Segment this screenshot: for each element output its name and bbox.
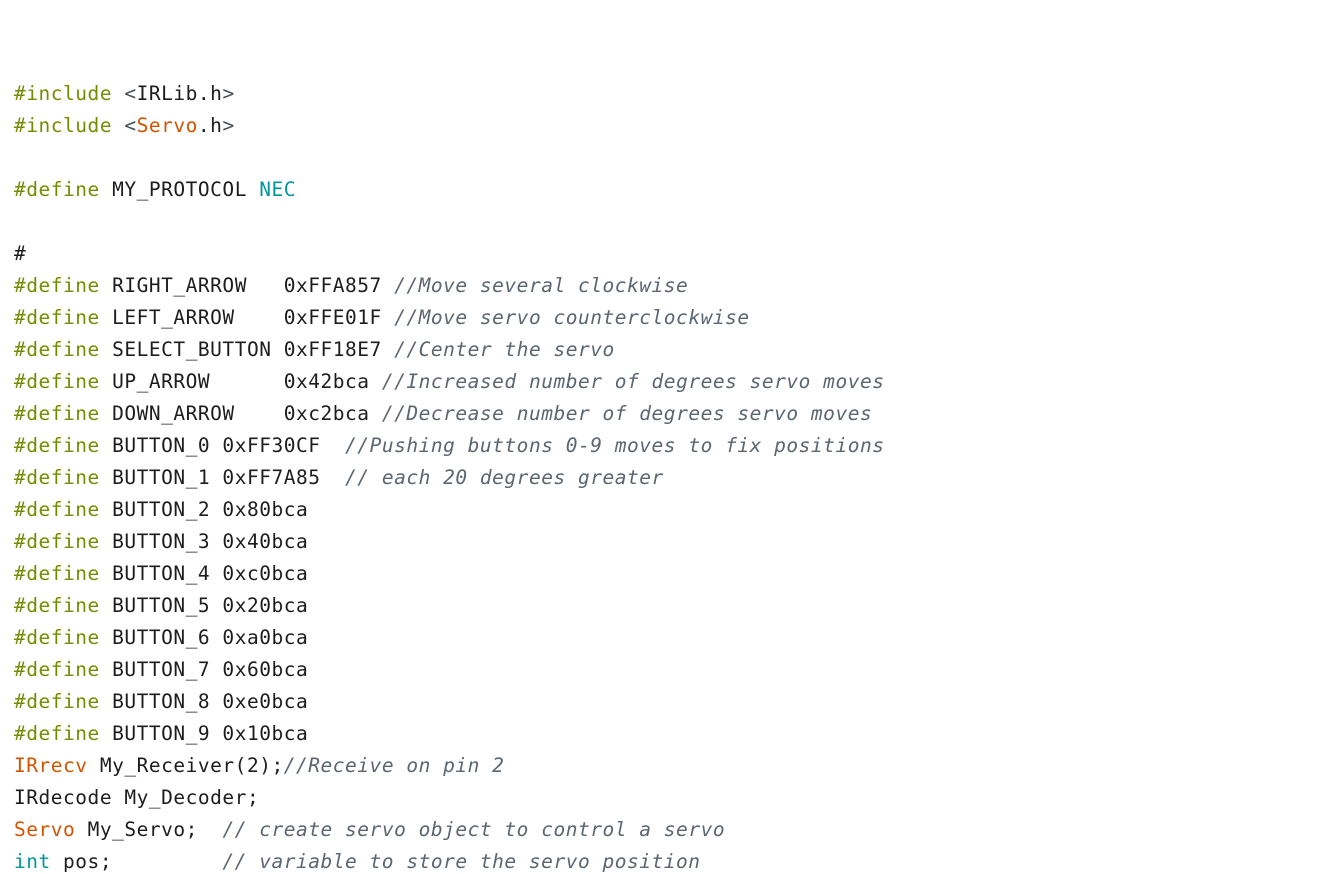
code-token-plain: BUTTON_2 0x80bca — [112, 498, 309, 521]
code-token-plain: .h — [197, 114, 223, 137]
code-token-comment: //Center the servo — [394, 338, 615, 361]
code-token-pre: #define — [14, 306, 113, 329]
code-line[interactable]: # — [14, 238, 1338, 270]
code-token-plain: MY_PROTOCOL — [112, 178, 260, 201]
code-token-pre: #define — [14, 722, 113, 745]
code-line[interactable]: #define DOWN_ARROW 0xc2bca //Decrease nu… — [14, 398, 1338, 430]
code-line[interactable]: #define BUTTON_6 0xa0bca — [14, 622, 1338, 654]
code-token-plain: BUTTON_8 0xe0bca — [112, 690, 309, 713]
code-token-plain: RIGHT_ARROW 0xFFA857 — [112, 274, 395, 297]
code-token-bracket: > — [222, 82, 235, 105]
code-token-pre: #define — [14, 338, 113, 361]
code-token-plain: BUTTON_4 0xc0bca — [112, 562, 309, 585]
code-token-plain: BUTTON_3 0x40bca — [112, 530, 309, 553]
code-token-bracket: < — [124, 114, 137, 137]
code-token-pre: #define — [14, 402, 113, 425]
code-line[interactable]: #include <Servo.h> — [14, 110, 1338, 142]
code-token-bracket: < — [124, 82, 137, 105]
code-token-plain: BUTTON_5 0x20bca — [112, 594, 309, 617]
code-line[interactable]: IRdecode My_Decoder; — [14, 782, 1338, 814]
code-line[interactable] — [14, 206, 1338, 238]
code-token-class: Servo — [136, 114, 198, 137]
code-token-pre: #define — [14, 562, 113, 585]
code-token-plain: # — [14, 242, 27, 265]
code-token-pre: #define — [14, 274, 113, 297]
code-token-pre: #define — [14, 594, 113, 617]
code-token-pre: #define — [14, 466, 113, 489]
code-token-pre: #define — [14, 658, 113, 681]
code-token-comment: //Increased number of degrees servo move… — [381, 370, 885, 393]
code-line[interactable]: #define UP_ARROW 0x42bca //Increased num… — [14, 366, 1338, 398]
code-line[interactable]: #define BUTTON_9 0x10bca — [14, 718, 1338, 750]
code-token-plain: BUTTON_1 0xFF7A85 — [112, 466, 346, 489]
code-token-comment: //Move servo counterclockwise — [394, 306, 750, 329]
code-token-plain: IRLib.h — [136, 82, 223, 105]
code-token-plain: My_Receiver(2); — [87, 754, 284, 777]
code-token-comment: //Receive on pin 2 — [283, 754, 505, 777]
code-editor[interactable]: #include <IRLib.h> #include <Servo.h> #de… — [0, 0, 1338, 874]
code-token-keyword: int — [14, 850, 51, 873]
code-lines-container: #include <IRLib.h> #include <Servo.h> #de… — [14, 78, 1338, 874]
code-token-pre: #define — [14, 690, 113, 713]
code-line[interactable]: #define BUTTON_5 0x20bca — [14, 590, 1338, 622]
code-token-comment: // create servo object to control a serv… — [222, 818, 726, 841]
code-line[interactable]: #include <IRLib.h> — [14, 78, 1338, 110]
code-line[interactable]: #define RIGHT_ARROW 0xFFA857 //Move seve… — [14, 270, 1338, 302]
code-token-comment: //Move several clockwise — [394, 274, 689, 297]
code-token-class: IRrecv — [14, 754, 88, 777]
code-token-plain: DOWN_ARROW 0xc2bca — [112, 402, 382, 425]
code-token-comment: // variable to store the servo position — [222, 850, 701, 873]
code-line[interactable]: Servo My_Servo; // create servo object t… — [14, 814, 1338, 846]
code-line[interactable]: #define BUTTON_2 0x80bca — [14, 494, 1338, 526]
code-token-pre: #define — [14, 530, 113, 553]
code-token-plain: My_Servo; — [75, 818, 223, 841]
code-line[interactable]: #define LEFT_ARROW 0xFFE01F //Move servo… — [14, 302, 1338, 334]
code-token-plain: IRdecode My_Decoder; — [14, 786, 260, 809]
code-token-comment: //Pushing buttons 0-9 moves to fix posit… — [345, 434, 885, 457]
code-token-plain: BUTTON_0 0xFF30CF — [112, 434, 346, 457]
code-token-pre: #define — [14, 434, 113, 457]
code-token-plain: UP_ARROW 0x42bca — [112, 370, 382, 393]
code-token-bracket: > — [222, 114, 235, 137]
code-line[interactable]: IRrecv My_Receiver(2);//Receive on pin 2 — [14, 750, 1338, 782]
code-line[interactable]: #define BUTTON_0 0xFF30CF //Pushing butt… — [14, 430, 1338, 462]
code-token-pre: #define — [14, 178, 113, 201]
code-token-comment: //Decrease number of degrees servo moves — [381, 402, 873, 425]
code-line[interactable]: int pos; // variable to store the servo … — [14, 846, 1338, 874]
code-token-pre: #define — [14, 498, 113, 521]
code-token-plain: BUTTON_9 0x10bca — [112, 722, 309, 745]
code-line[interactable]: #define MY_PROTOCOL NEC — [14, 174, 1338, 206]
code-token-class: Servo — [14, 818, 76, 841]
code-token-pre: #define — [14, 626, 113, 649]
code-line[interactable]: #define BUTTON_3 0x40bca — [14, 526, 1338, 558]
code-token-plain: BUTTON_7 0x60bca — [112, 658, 309, 681]
code-token-pre: #include — [14, 114, 125, 137]
code-line[interactable]: #define BUTTON_1 0xFF7A85 // each 20 deg… — [14, 462, 1338, 494]
code-token-comment: // each 20 degrees greater — [345, 466, 664, 489]
code-token-plain: SELECT_BUTTON 0xFF18E7 — [112, 338, 395, 361]
code-token-pre: #include — [14, 82, 125, 105]
code-token-plain: LEFT_ARROW 0xFFE01F — [112, 306, 395, 329]
code-token-pre: #define — [14, 370, 113, 393]
code-line[interactable]: #define BUTTON_8 0xe0bca — [14, 686, 1338, 718]
code-line[interactable]: #define BUTTON_4 0xc0bca — [14, 558, 1338, 590]
code-token-plain: pos; — [50, 850, 223, 873]
code-token-plain: BUTTON_6 0xa0bca — [112, 626, 309, 649]
code-token-literal: NEC — [259, 178, 296, 201]
code-line[interactable]: #define BUTTON_7 0x60bca — [14, 654, 1338, 686]
code-line[interactable]: #define SELECT_BUTTON 0xFF18E7 //Center … — [14, 334, 1338, 366]
code-line[interactable] — [14, 142, 1338, 174]
